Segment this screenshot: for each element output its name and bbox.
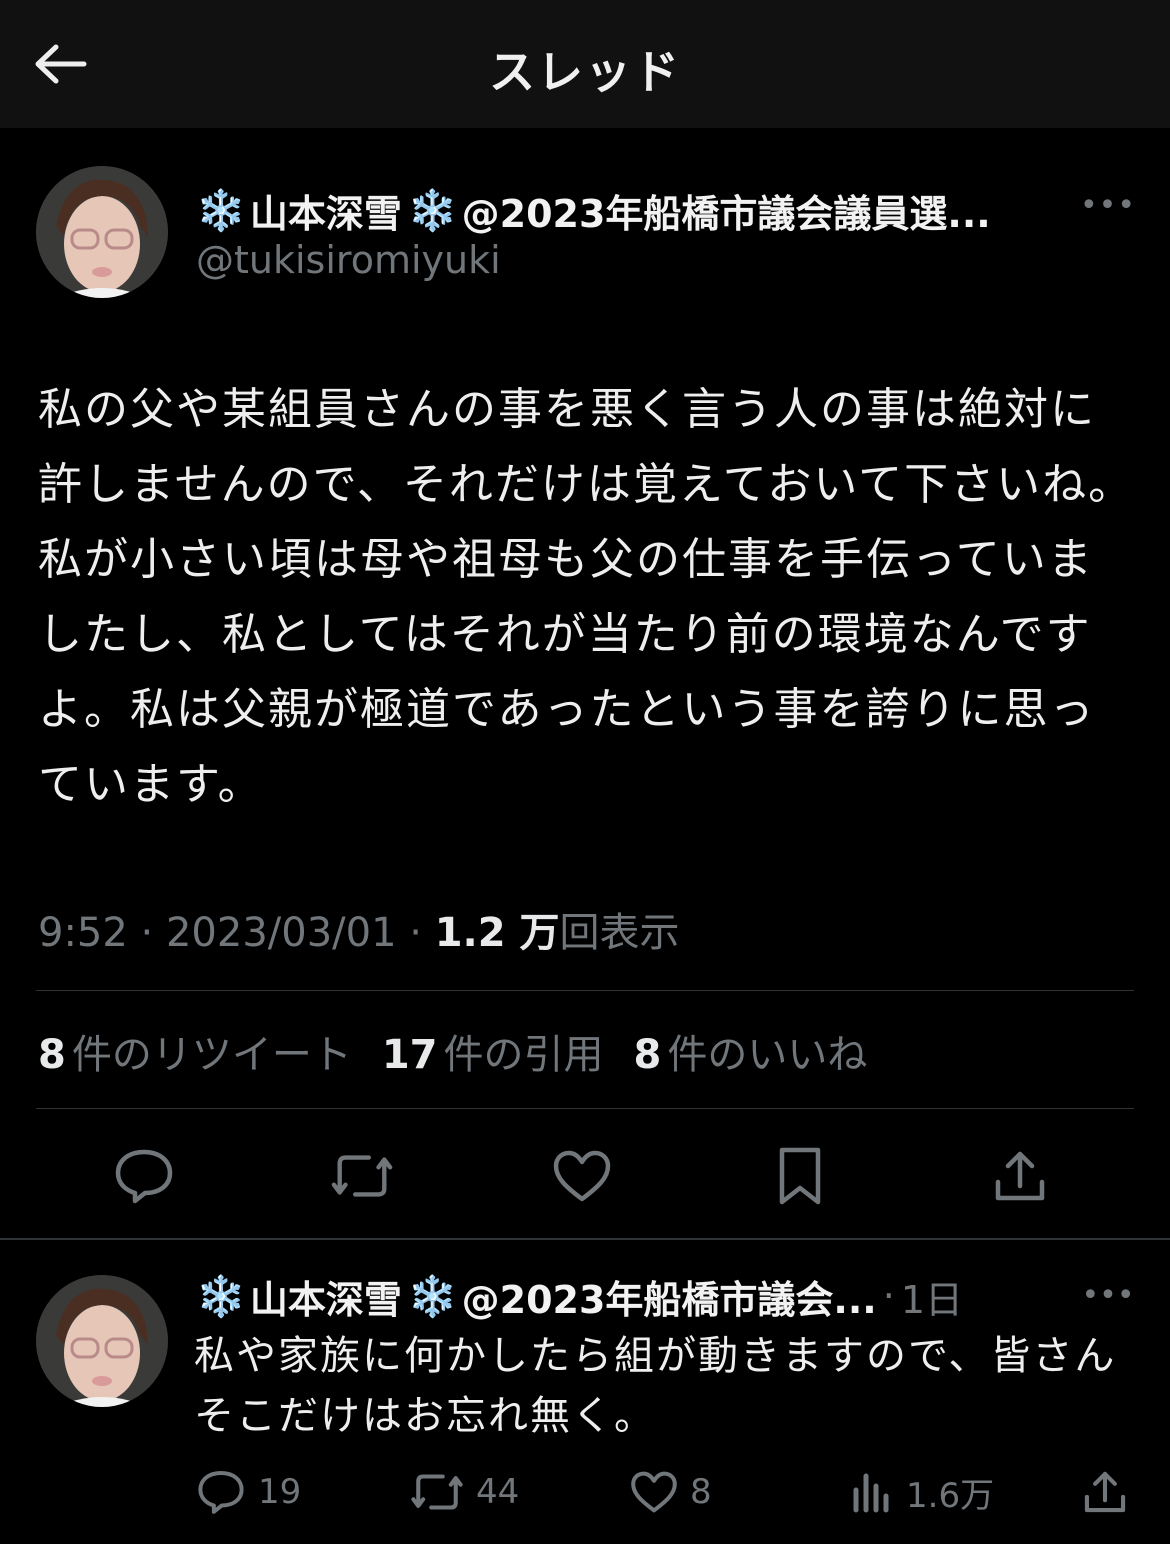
section-separator xyxy=(0,1238,1170,1240)
reply-body: 私や家族に何かしたら組が動きますので、皆さんそこだけはお忘れ無く。 xyxy=(194,1333,1117,1439)
display-name-suffix: @2023年船橋市議会議員選... xyxy=(461,191,991,236)
retweet-icon xyxy=(411,1474,463,1510)
likes-count: 8 xyxy=(633,1032,662,1078)
engagement-stats: 8 件のリツイート 17 件の引用 8 件のいいね xyxy=(38,1022,897,1080)
reply-share-button[interactable] xyxy=(1082,1462,1140,1522)
divider xyxy=(36,990,1134,991)
heart-icon xyxy=(631,1471,677,1513)
profile-photo xyxy=(36,166,168,298)
snowflake-icon: ❄️ xyxy=(407,187,458,234)
tweet-body: 私の父や某組員さんの事を悪く言う人の事は絶対に許しませんので、それだけは覚えてお… xyxy=(38,384,1135,810)
like-button[interactable] xyxy=(550,1144,614,1208)
more-dots-icon: ••• xyxy=(1081,1277,1135,1313)
snowflake-icon: ❄️ xyxy=(196,1273,246,1320)
quotes-count: 17 xyxy=(381,1032,438,1078)
divider xyxy=(36,1108,1134,1109)
reply-like-button[interactable]: 8 xyxy=(630,1462,712,1522)
profile-photo xyxy=(36,1275,168,1407)
view-label: 回表示 xyxy=(559,910,680,956)
reply-more-options-button[interactable]: ••• xyxy=(1081,1277,1135,1313)
reply-author-row[interactable]: ❄️ 山本深雪 ❄️ @2023年船橋市議会... · 1日 xyxy=(196,1268,1076,1324)
avatar[interactable] xyxy=(36,166,168,298)
meta-separator: · xyxy=(140,910,166,956)
view-count: 1.2 万 xyxy=(434,910,560,956)
tweet-time[interactable]: 9:52 xyxy=(38,910,128,956)
snowflake-icon: ❄️ xyxy=(407,1273,458,1320)
reply-avatar[interactable] xyxy=(36,1275,168,1407)
reply-icon xyxy=(198,1470,244,1514)
bookmark-icon xyxy=(779,1147,821,1205)
quotes-label: 件の引用 xyxy=(443,1032,604,1078)
tweet-meta: 9:52 · 2023/03/01 · 1.2 万回表示 xyxy=(38,900,679,958)
share-button[interactable] xyxy=(988,1144,1052,1208)
views-count: 1.6万 xyxy=(906,1475,995,1516)
display-name: 山本深雪 xyxy=(249,191,402,236)
reply-actions: 19 44 8 1.6万 xyxy=(0,1462,1170,1522)
reply-button[interactable] xyxy=(112,1144,176,1208)
reply-retweet-button[interactable]: 44 xyxy=(410,1462,519,1522)
top-bar: スレッド xyxy=(0,0,1170,128)
author-name-row[interactable]: ❄️ 山本深雪 ❄️ @2023年船橋市議会議員選... xyxy=(196,180,1076,240)
tweet-date[interactable]: 2023/03/01 xyxy=(166,910,397,956)
page-title: スレッド xyxy=(489,45,681,99)
more-dots-icon: ••• xyxy=(1079,187,1137,223)
snowflake-icon: ❄️ xyxy=(196,187,246,234)
like-count: 8 xyxy=(690,1472,712,1512)
reply-count: 19 xyxy=(258,1472,302,1512)
tweet-actions xyxy=(0,1140,1170,1210)
quotes-stat[interactable]: 17 件の引用 xyxy=(382,1022,604,1080)
retweets-stat[interactable]: 8 件のリツイート xyxy=(38,1022,352,1080)
author-handle[interactable]: @tukisiromiyuki xyxy=(196,238,501,282)
reply-name-suffix: @2023年船橋市議会... xyxy=(461,1277,877,1322)
meta-separator: · xyxy=(409,910,435,956)
retweet-icon xyxy=(331,1155,393,1197)
bookmark-button[interactable] xyxy=(768,1144,832,1208)
reply-display-name: 山本深雪 xyxy=(249,1277,402,1322)
share-icon xyxy=(995,1151,1045,1201)
reply-time-separator: · xyxy=(882,1274,895,1318)
retweets-count: 8 xyxy=(38,1032,66,1078)
retweet-button[interactable] xyxy=(330,1144,394,1208)
reply-reply-button[interactable]: 19 xyxy=(196,1462,301,1522)
retweet-count: 44 xyxy=(476,1472,520,1512)
more-options-button[interactable]: ••• xyxy=(1080,188,1135,223)
heart-icon xyxy=(553,1150,611,1202)
analytics-icon xyxy=(853,1473,889,1513)
reply-views-button[interactable]: 1.6万 xyxy=(850,1462,994,1522)
retweets-label: 件のリツイート xyxy=(71,1032,352,1078)
reply-icon xyxy=(115,1149,173,1204)
likes-label: 件のいいね xyxy=(667,1032,868,1078)
share-icon xyxy=(1084,1471,1126,1513)
reply-time[interactable]: 1日 xyxy=(901,1269,963,1324)
likes-stat[interactable]: 8 件のいいね xyxy=(634,1022,868,1080)
